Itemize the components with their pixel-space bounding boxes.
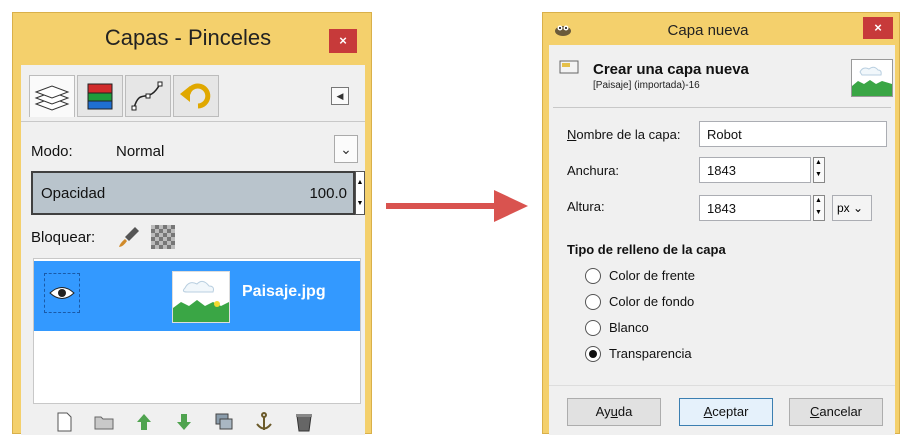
mode-select[interactable]: Normal bbox=[116, 143, 164, 160]
dialog-body: Crear una capa nueva [Paisaje] (importad… bbox=[549, 45, 895, 435]
trash-icon[interactable] bbox=[293, 411, 315, 433]
new-layer-icon bbox=[559, 60, 579, 74]
tab-undo[interactable] bbox=[173, 75, 219, 117]
fill-type-title: Tipo de relleno de la capa bbox=[567, 242, 726, 257]
layer-row[interactable]: Paisaje.jpg bbox=[34, 261, 360, 331]
visibility-eye-icon bbox=[49, 287, 75, 299]
cancel-button[interactable]: Cancelar bbox=[789, 398, 883, 426]
layer-name-input[interactable]: Robot bbox=[699, 121, 887, 147]
help-button[interactable]: Ayuda bbox=[567, 398, 661, 426]
opacity-value: 100.0 bbox=[309, 185, 347, 202]
arrow-line bbox=[386, 203, 496, 209]
dialog-title: Capa nueva bbox=[667, 22, 749, 39]
eye-icon[interactable] bbox=[44, 273, 80, 313]
fill-option-label[interactable]: Blanco bbox=[609, 320, 649, 335]
layers-titlebar: Capas - Pinceles × bbox=[13, 13, 371, 65]
dock-tabs: ◀ bbox=[29, 75, 359, 117]
chevron-down-icon: ⌄ bbox=[849, 201, 864, 215]
tab-menu-button[interactable]: ◀ bbox=[331, 87, 349, 105]
layers-toolbar bbox=[33, 411, 361, 435]
dialog-titlebar: Capa nueva × bbox=[543, 13, 899, 45]
layers-title: Capas - Pinceles bbox=[104, 25, 272, 50]
height-label: Altura: bbox=[567, 199, 605, 214]
fill-option-label[interactable]: Color de fondo bbox=[609, 294, 694, 309]
unit-select[interactable]: px ⌄ bbox=[832, 195, 872, 221]
layers-window: Capas - Pinceles × ◀ Modo: Normal ⌄ Opac… bbox=[12, 12, 372, 435]
paths-icon bbox=[131, 81, 163, 111]
radio-color-de-fondo[interactable] bbox=[585, 294, 601, 310]
new-group-folder-icon[interactable] bbox=[93, 411, 115, 433]
close-button[interactable]: × bbox=[329, 29, 357, 53]
raise-layer-icon[interactable] bbox=[133, 411, 155, 433]
header-title: Crear una capa nueva bbox=[593, 61, 749, 78]
tab-layers[interactable] bbox=[29, 75, 75, 117]
width-label: Anchura: bbox=[567, 163, 620, 178]
opacity-spinner[interactable]: ▲ ▼ bbox=[355, 171, 365, 215]
header-divider bbox=[553, 107, 891, 108]
duplicate-layer-icon[interactable] bbox=[213, 411, 235, 433]
header-subtitle: [Paisaje] (importada)-16 bbox=[593, 80, 700, 91]
divider bbox=[21, 121, 365, 122]
width-input[interactable]: 1843 bbox=[699, 157, 811, 183]
image-thumbnail bbox=[851, 59, 893, 97]
height-input[interactable]: 1843 bbox=[699, 195, 811, 221]
layers-icon bbox=[34, 85, 70, 111]
fill-option-label[interactable]: Color de frente bbox=[609, 268, 695, 283]
landscape-thumbnail-icon bbox=[173, 272, 229, 322]
anchor-icon[interactable] bbox=[253, 411, 275, 433]
lower-layer-icon[interactable] bbox=[173, 411, 195, 433]
tab-channels[interactable] bbox=[77, 75, 123, 117]
layers-body: ◀ Modo: Normal ⌄ Opacidad 100.0 ▲ ▼ Bloqu… bbox=[21, 65, 365, 435]
radio-transparencia[interactable] bbox=[585, 346, 601, 362]
ok-button[interactable]: Aceptar bbox=[679, 398, 773, 426]
radio-blanco[interactable] bbox=[585, 320, 601, 336]
fill-option-label[interactable]: Transparencia bbox=[609, 346, 692, 361]
new-layer-dialog: Capa nueva × Crear una capa nueva [Paisa… bbox=[542, 12, 900, 435]
new-layer-icon[interactable] bbox=[53, 411, 75, 433]
unit-value: px bbox=[837, 201, 850, 215]
close-button[interactable]: × bbox=[863, 17, 893, 39]
opacity-slider[interactable]: Opacidad 100.0 bbox=[31, 171, 355, 215]
landscape-thumbnail-icon bbox=[852, 60, 892, 96]
lock-alpha-icon[interactable] bbox=[151, 225, 175, 249]
arrow-head-icon bbox=[494, 190, 528, 222]
layer-name[interactable]: Paisaje.jpg bbox=[242, 283, 326, 301]
radio-color-de-frente[interactable] bbox=[585, 268, 601, 284]
layer-name-label: Nombre de la capa: bbox=[567, 127, 681, 142]
height-spinner[interactable] bbox=[813, 195, 825, 221]
undo-icon bbox=[180, 83, 211, 109]
lock-label: Bloquear: bbox=[31, 229, 96, 246]
tab-paths[interactable] bbox=[125, 75, 171, 117]
lock-pixels-brush-icon[interactable] bbox=[117, 225, 141, 249]
width-spinner[interactable] bbox=[813, 157, 825, 183]
chevron-down-icon[interactable]: ⌄ bbox=[334, 135, 358, 163]
layer-thumbnail bbox=[172, 271, 230, 323]
mode-label: Modo: bbox=[31, 143, 73, 160]
dialog-button-area: Ayuda Aceptar Cancelar bbox=[549, 385, 895, 435]
layers-list[interactable]: Paisaje.jpg bbox=[33, 258, 361, 404]
channels-icon bbox=[87, 83, 113, 110]
opacity-label: Opacidad bbox=[41, 185, 106, 202]
